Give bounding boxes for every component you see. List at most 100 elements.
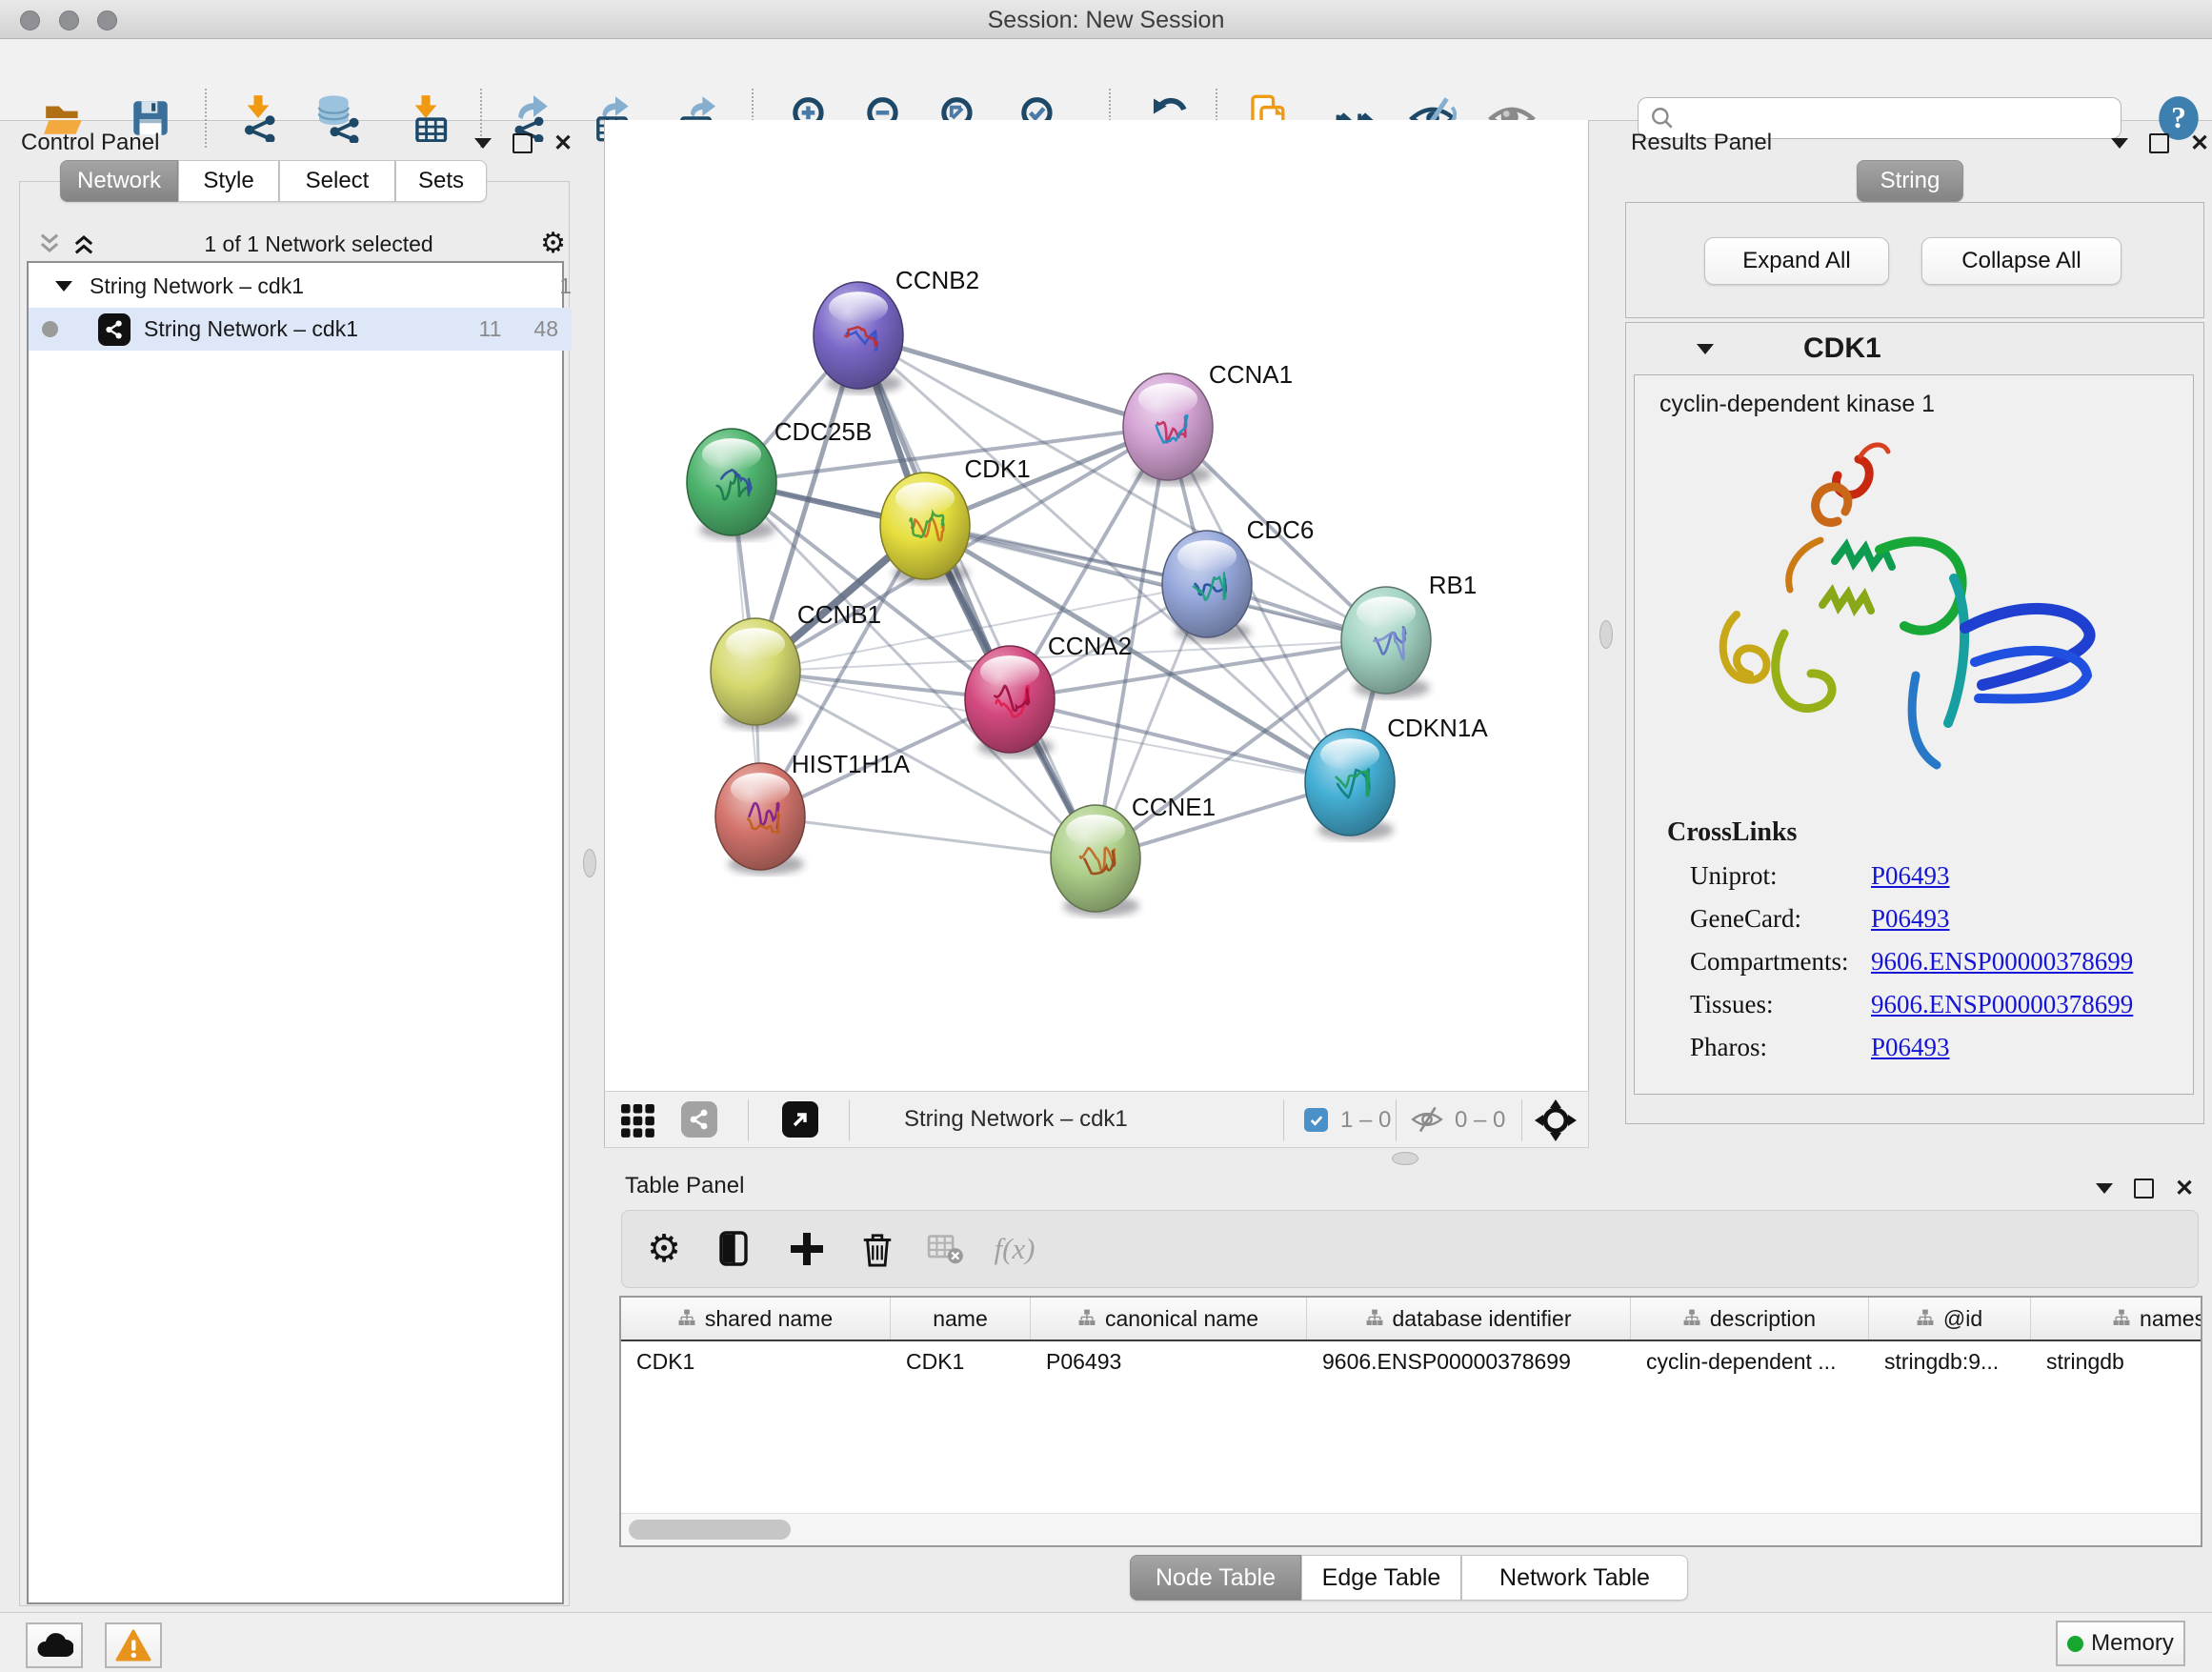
create-column-button[interactable]	[780, 1220, 834, 1278]
left-splitter-handle[interactable]	[583, 849, 596, 877]
collection-expand-icon[interactable]	[55, 281, 72, 292]
table-tabs: Node Table Edge Table Network Table	[1130, 1555, 1688, 1601]
control-panel-float-icon[interactable]	[474, 138, 492, 149]
protein-expand-icon[interactable]	[1697, 344, 1714, 354]
results-panel-maximize-icon[interactable]	[2149, 133, 2169, 153]
table-cell[interactable]: stringdb:9...	[1869, 1341, 2031, 1381]
column-header-shared-name[interactable]: shared name	[621, 1298, 891, 1340]
crosslink-link[interactable]: 9606.ENSP00000378699	[1871, 990, 2133, 1019]
crosslink-row: Pharos:P06493	[1690, 1033, 2193, 1062]
show-columns-button[interactable]	[708, 1220, 761, 1278]
column-header-database-identifier[interactable]: database identifier	[1307, 1298, 1631, 1340]
memory-button[interactable]: Memory	[2056, 1621, 2185, 1666]
network-edge[interactable]	[858, 335, 1168, 427]
tab-string[interactable]: String	[1857, 160, 1963, 202]
node-label: CCNA2	[1048, 632, 1132, 660]
network-edge[interactable]	[925, 526, 1386, 640]
trash-icon	[859, 1230, 895, 1268]
table-hscrollbar[interactable]	[621, 1513, 2201, 1546]
table-cell[interactable]: cyclin-dependent ...	[1631, 1341, 1869, 1381]
delete-column-button[interactable]	[851, 1220, 904, 1278]
expand-all-icon[interactable]	[70, 231, 97, 257]
node-label: CCNA1	[1209, 360, 1293, 389]
results-panel-float-icon[interactable]	[2111, 138, 2128, 149]
expand-all-button[interactable]: Expand All	[1704, 237, 1889, 285]
function-builder-button[interactable]: f(x)	[988, 1220, 1041, 1278]
control-panel-close-icon[interactable]: ✕	[553, 135, 573, 151]
right-splitter-handle[interactable]	[1599, 620, 1613, 649]
column-header--id[interactable]: @id	[1869, 1298, 2031, 1340]
node-gloss	[1357, 596, 1416, 629]
column-header-description[interactable]: description	[1631, 1298, 1869, 1340]
network-node-cdkn1a[interactable]: CDKN1A	[1305, 714, 1488, 840]
hscrollbar-thumb[interactable]	[629, 1520, 791, 1540]
table-cell[interactable]: 9606.ENSP00000378699	[1307, 1341, 1631, 1381]
warnings-button[interactable]	[105, 1622, 162, 1668]
network-node-ccne1[interactable]: CCNE1	[1051, 793, 1216, 917]
selected-checkbox[interactable]	[1304, 1108, 1328, 1132]
node-gloss	[1177, 540, 1237, 573]
tab-edge-table[interactable]: Edge Table	[1301, 1555, 1461, 1601]
network-view-toolbar: String Network – cdk1 1 – 0 0 – 0	[604, 1091, 1589, 1148]
delete-table-icon	[927, 1233, 965, 1265]
crosslink-link[interactable]: P06493	[1871, 861, 1950, 891]
open-in-new-window-button[interactable]	[782, 1101, 818, 1138]
crosslink-link[interactable]: P06493	[1871, 1033, 1950, 1062]
crosslink-link[interactable]: P06493	[1871, 904, 1950, 934]
column-header-canonical-name[interactable]: canonical name	[1031, 1298, 1307, 1340]
bottom-splitter-handle[interactable]	[1392, 1152, 1418, 1165]
table-cell[interactable]: CDK1	[891, 1341, 1031, 1381]
table-row[interactable]: CDK1CDK1P064939606.ENSP00000378699cyclin…	[621, 1341, 2202, 1381]
network-current-dot	[42, 321, 58, 337]
tab-sets[interactable]: Sets	[395, 160, 487, 202]
network-node-ccnb1[interactable]: CCNB1	[711, 600, 881, 730]
crosslink-row: Tissues:9606.ENSP00000378699	[1690, 990, 2193, 1019]
fit-selected-button[interactable]	[1535, 1099, 1577, 1146]
network-view-share-button[interactable]	[681, 1101, 717, 1138]
network-node-ccnb2[interactable]: CCNB2	[814, 266, 979, 393]
network-node-hist1h1a[interactable]: HIST1H1A	[715, 750, 911, 875]
crosslink-link[interactable]: 9606.ENSP00000378699	[1871, 947, 2133, 977]
column-header-namespace[interactable]: namespace	[2031, 1298, 2202, 1340]
plus-icon	[789, 1231, 825, 1267]
network-canvas[interactable]: CCNB2CCNA1CDC25BCDK1CDC6RB1CCNB1CCNA2CDK…	[604, 120, 1589, 1091]
table-panel-float-icon[interactable]	[2096, 1183, 2113, 1194]
network-node-cdc6[interactable]: CDC6	[1162, 515, 1314, 642]
protein-header[interactable]: CDK1	[1626, 323, 2203, 374]
network-collection-row[interactable]: String Network – cdk1 1	[29, 265, 585, 308]
table-panel-maximize-icon[interactable]	[2134, 1178, 2154, 1199]
network-row-selected[interactable]: String Network – cdk1 11 48	[29, 308, 572, 351]
delete-table-button[interactable]	[919, 1220, 973, 1278]
network-edges[interactable]	[732, 335, 1386, 858]
tab-network-table[interactable]: Network Table	[1461, 1555, 1688, 1601]
birds-eye-view-button[interactable]	[620, 1103, 656, 1144]
table-panel-close-icon[interactable]: ✕	[2175, 1180, 2194, 1197]
network-node-cdk1[interactable]: CDK1	[880, 454, 1031, 584]
crosslink-row: Uniprot:P06493	[1690, 861, 2193, 891]
control-panel-maximize-icon[interactable]	[513, 133, 533, 153]
control-panel-title: Control Panel	[21, 130, 159, 156]
network-options-gear-icon[interactable]: ⚙	[540, 228, 566, 260]
tab-network[interactable]: Network	[60, 160, 178, 202]
table-cell[interactable]: P06493	[1031, 1341, 1307, 1381]
tab-select[interactable]: Select	[279, 160, 395, 202]
tab-node-table[interactable]: Node Table	[1130, 1555, 1301, 1601]
tab-style[interactable]: Style	[178, 160, 279, 202]
cloud-button[interactable]	[26, 1622, 83, 1668]
table-panel: Table Panel ✕ ⚙ f(x) shared namenamecano…	[610, 1167, 2212, 1612]
table-cell[interactable]: CDK1	[621, 1341, 891, 1381]
table-cell[interactable]: stringdb	[2031, 1341, 2202, 1381]
column-header-name[interactable]: name	[891, 1298, 1031, 1340]
table-settings-button[interactable]: ⚙	[637, 1220, 691, 1278]
network-graph[interactable]: CCNB2CCNA1CDC25BCDK1CDC6RB1CCNB1CCNA2CDK…	[605, 120, 1590, 1091]
network-nodes[interactable]: CCNB2CCNA1CDC25BCDK1CDC6RB1CCNB1CCNA2CDK…	[687, 266, 1488, 917]
network-label: String Network – cdk1	[144, 316, 358, 342]
network-edge[interactable]	[760, 816, 1096, 858]
results-panel-close-icon[interactable]: ✕	[2190, 135, 2209, 151]
node-gloss	[1320, 738, 1379, 771]
collapse-all-icon[interactable]	[36, 231, 63, 257]
network-edge[interactable]	[858, 335, 1096, 858]
network-node-rb1[interactable]: RB1	[1341, 571, 1477, 698]
collapse-all-button[interactable]: Collapse All	[1921, 237, 2122, 285]
network-node-ccna2[interactable]: CCNA2	[965, 632, 1132, 757]
